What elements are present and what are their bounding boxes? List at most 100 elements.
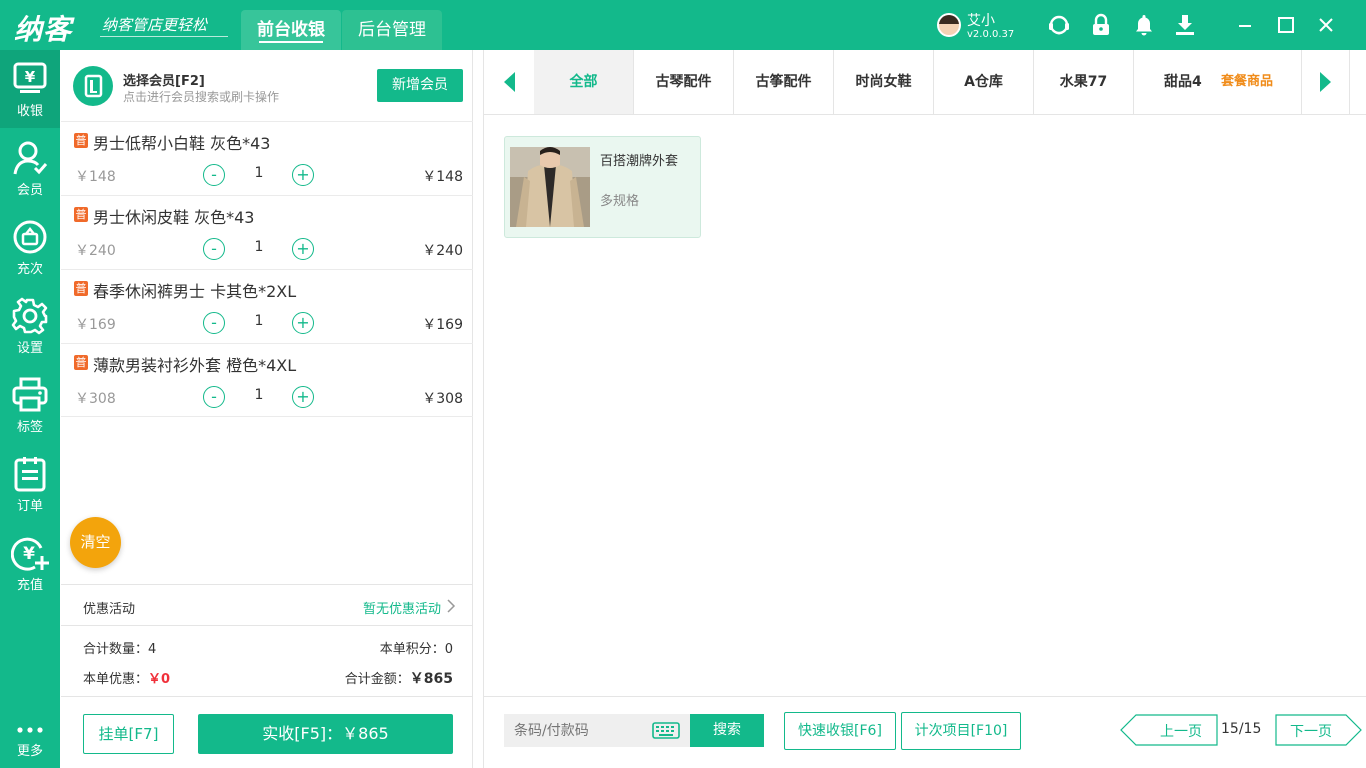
item-type-tag: 普 [74,133,88,148]
tab-front-cashier[interactable]: 前台收银 [241,10,341,50]
sidebar-item-label: 设置 [16,341,43,356]
qty-increase-button[interactable]: + [292,238,314,260]
sidebar-item-label: 订单 [16,499,43,514]
qty-decrease-button[interactable]: - [203,238,225,260]
item-quantity[interactable]: 1 [251,239,267,255]
qty-decrease-button[interactable]: - [203,312,225,334]
cart-item[interactable]: 普 春季休闲裤男士 卡其色*2XL ￥169 - 1 + ￥169 [61,269,473,343]
clear-cart-button[interactable]: 清空 [70,517,121,568]
top-bar: 纳客 纳客管店更轻松 前台收银 后台管理 艾小 v2.0.0.37 [0,0,1366,50]
sidebar-item-cashier[interactable]: ¥ 收银 [0,50,60,128]
category-tab[interactable]: 水果77 [1034,50,1134,114]
checkout-button[interactable]: 实收[F5]：￥865 [198,714,453,754]
user-avatar[interactable] [937,13,961,37]
hang-order-button[interactable]: 挂单[F7] [83,714,174,754]
recharge-icon: ¥ [11,537,49,571]
maximize-icon[interactable] [1273,12,1299,38]
sidebar-item-label-print[interactable]: 标签 [0,366,60,444]
quick-cashier-button[interactable]: 快速收银[F6] [784,712,896,750]
chevron-right-icon[interactable] [447,599,456,613]
cart-item[interactable]: 普 男士休闲皮鞋 灰色*43 ￥240 - 1 + ￥240 [61,195,473,269]
order-points: 本单积分：0 [380,638,453,657]
qty-increase-button[interactable]: + [292,164,314,186]
support-icon[interactable] [1046,12,1072,38]
cart-item[interactable]: 普 薄款男装衬衫外套 橙色*4XL ￥308 - 1 + ￥308 [61,343,473,417]
sidebar-item-orders[interactable]: 订单 [0,445,60,523]
sidebar-item-label: 会员 [16,183,43,198]
recharge-times-icon [13,220,47,254]
minimize-icon[interactable] [1232,12,1258,38]
item-subtotal: ￥148 [422,169,463,185]
svg-text:¥: ¥ [25,68,36,86]
count-items-button[interactable]: 计次项目[F10] [901,712,1021,750]
category-divider [1349,50,1350,114]
sidebar-item-recharge[interactable]: ¥ 充值 [0,524,60,602]
item-unit-price: ￥148 [75,169,116,185]
order-discount-label: 本单优惠： [83,672,149,687]
user-name[interactable]: 艾小 [967,10,995,30]
category-bar: 全部 古琴配件 古筝配件 时尚女鞋 A仓库 水果77 甜品4 套餐商品 [484,50,1366,115]
prev-page-label[interactable]: 上一页 [1160,721,1202,741]
qty-increase-button[interactable]: + [292,312,314,334]
item-subtotal: ￥308 [422,391,463,407]
product-card[interactable]: 百搭潮牌外套 多规格 [504,136,701,238]
item-quantity[interactable]: 1 [251,165,267,181]
order-total-value: ￥865 [409,671,453,687]
order-total: 合计金额：￥865 [345,668,453,688]
item-type-tag: 普 [74,281,88,296]
sidebar-item-label: 标签 [16,420,43,435]
gear-icon [11,297,48,335]
qty-decrease-button[interactable]: - [203,164,225,186]
sidebar-item-settings[interactable]: 设置 [0,287,60,365]
more-icon [17,727,43,733]
qty-decrease-button[interactable]: - [203,386,225,408]
sidebar-item-member[interactable]: 会员 [0,129,60,207]
category-divider [1301,50,1302,114]
category-tab[interactable]: A仓库 [934,50,1034,114]
category-tab[interactable]: 甜品4 [1134,50,1204,114]
close-icon[interactable] [1313,12,1339,38]
keyboard-icon[interactable] [652,722,680,739]
promotion-value[interactable]: 暂无优惠活动 [363,598,441,617]
tab-front-cashier-label: 前台收银 [257,20,325,40]
cart-item[interactable]: 普 男士低帮小白鞋 灰色*43 ￥148 - 1 + ￥148 [61,121,473,195]
item-quantity[interactable]: 1 [251,313,267,329]
member-select-icon[interactable] [73,66,113,106]
category-tab[interactable]: 古琴配件 [634,50,734,114]
add-member-button[interactable]: 新增会员 [377,69,463,102]
item-name: 薄款男装衬衫外套 橙色*4XL [93,356,297,375]
member-select-title[interactable]: 选择会员[F2] [123,70,205,89]
search-button[interactable]: 搜索 [690,714,764,747]
item-quantity[interactable]: 1 [251,387,267,403]
item-subtotal: ￥169 [422,317,463,333]
category-tab-all[interactable]: 全部 [534,50,634,114]
tab-backend-admin-label: 后台管理 [358,20,426,40]
item-name: 春季休闲裤男士 卡其色*2XL [93,282,297,301]
product-image [510,147,590,227]
sidebar-item-recharge-times[interactable]: 充次 [0,208,60,286]
download-icon[interactable] [1172,12,1198,38]
item-type-tag: 普 [74,207,88,222]
item-type-tag: 普 [74,355,88,370]
app-version: v2.0.0.37 [967,29,1015,40]
lock-icon[interactable] [1088,12,1114,38]
cashier-icon: ¥ [13,62,47,93]
category-combo-products[interactable]: 套餐商品 [1221,50,1273,114]
order-points-label: 本单积分： [379,642,445,657]
bell-icon[interactable] [1131,12,1157,38]
category-prev-icon[interactable] [504,72,516,92]
promotion-bar[interactable]: 优惠活动 暂无优惠活动 [61,584,473,626]
sidebar-item-label: 充次 [16,262,43,277]
category-next-icon[interactable] [1319,72,1331,92]
category-tab[interactable]: 时尚女鞋 [834,50,934,114]
sidebar-item-label: 收银 [16,104,43,119]
item-unit-price: ￥240 [75,243,116,259]
item-unit-price: ￥308 [75,391,116,407]
tab-backend-admin[interactable]: 后台管理 [342,10,442,50]
sidebar-item-label: 充值 [16,578,43,593]
next-page-label[interactable]: 下一页 [1290,721,1332,741]
category-tab[interactable]: 古筝配件 [734,50,834,114]
svg-text:¥: ¥ [23,544,35,564]
qty-increase-button[interactable]: + [292,386,314,408]
sidebar-item-more[interactable]: 更多 [0,690,60,768]
